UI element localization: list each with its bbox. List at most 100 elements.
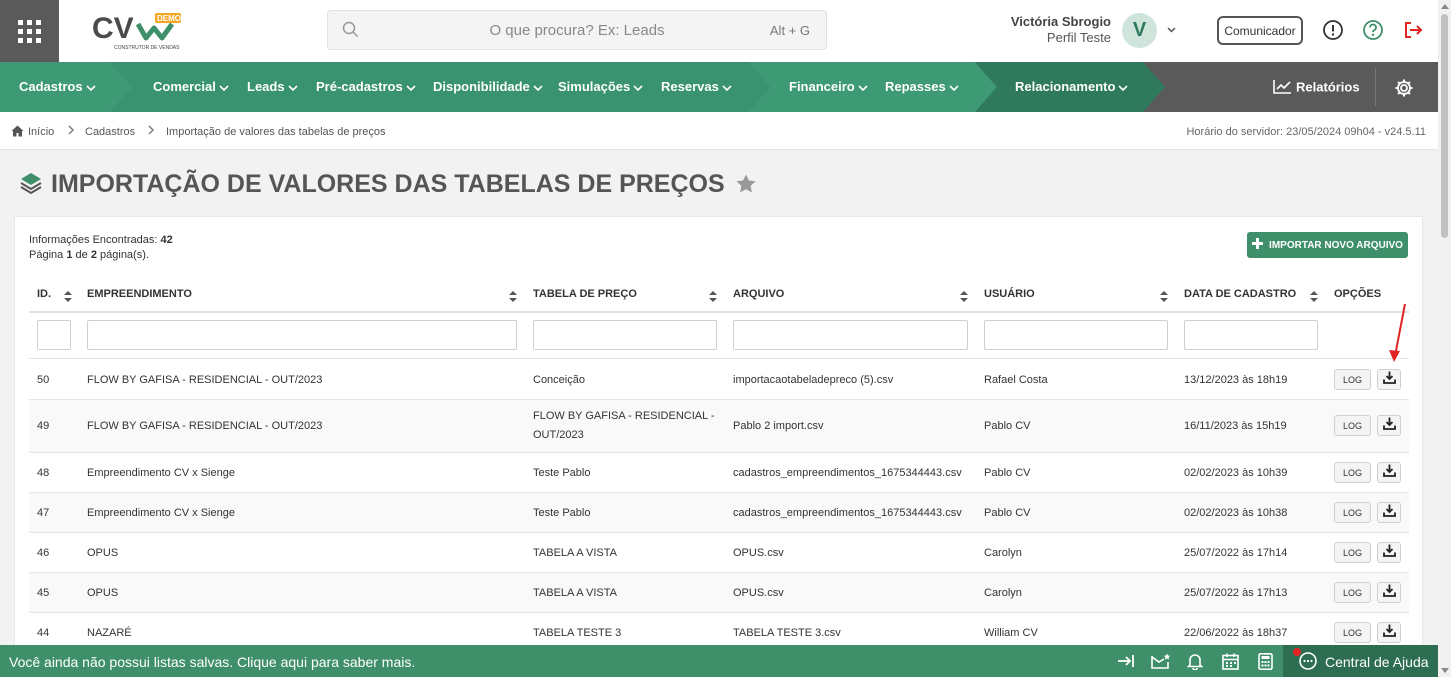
- user-info[interactable]: Victória Sbrogio Perfil Teste: [1011, 14, 1111, 45]
- log-button[interactable]: LOG: [1334, 542, 1371, 563]
- scroll-up-icon[interactable]: [1441, 4, 1449, 9]
- cell-empreendimento: NAZARÉ: [87, 627, 132, 639]
- cell-arquivo: importacaotabeladepreco (5).csv: [733, 374, 894, 386]
- table-row: 50 FLOW BY GAFISA - RESIDENCIAL - OUT/20…: [29, 358, 1409, 399]
- download-icon: [1382, 371, 1396, 389]
- download-button[interactable]: [1377, 415, 1401, 436]
- log-button[interactable]: LOG: [1334, 462, 1371, 483]
- sort-icon[interactable]: [709, 289, 717, 307]
- nav-financeiro[interactable]: Financeiro: [789, 79, 868, 95]
- chevron-down-icon: [406, 80, 416, 95]
- download-button[interactable]: [1377, 502, 1401, 523]
- search-bar[interactable]: O que procura? Ex: Leads Alt + G: [327, 10, 827, 50]
- cell-arquivo: OPUS.csv: [733, 587, 784, 599]
- avatar[interactable]: V: [1122, 13, 1157, 48]
- sort-icon[interactable]: [509, 289, 517, 307]
- filter-arquivo-input[interactable]: [733, 320, 968, 350]
- nav-repasses[interactable]: Repasses: [885, 79, 959, 95]
- cell-tabela: FLOW BY GAFISA - RESIDENCIAL - OUT/2023: [533, 410, 715, 441]
- download-button[interactable]: [1377, 622, 1401, 643]
- log-button[interactable]: LOG: [1334, 582, 1371, 603]
- cell-id: 50: [37, 374, 50, 386]
- nav-divider: [1375, 68, 1376, 106]
- download-button[interactable]: [1377, 369, 1401, 390]
- calculator-icon[interactable]: [1258, 653, 1273, 675]
- table-row: 46 OPUS TABELA A VISTA OPUS.csv Carolyn …: [29, 532, 1409, 572]
- cell-usuario: Pablo CV: [984, 420, 1031, 432]
- user-name: Victória Sbrogio: [1010, 14, 1111, 29]
- filter-data-input[interactable]: [1184, 320, 1318, 350]
- col-tabela-header[interactable]: TABELA DE PREÇO: [533, 288, 637, 300]
- collapse-arrow-icon[interactable]: [1117, 653, 1135, 674]
- home-icon[interactable]: [11, 125, 24, 140]
- filter-empreendimento-input[interactable]: [87, 320, 517, 350]
- info-icon[interactable]: [1322, 19, 1344, 46]
- nav-leads[interactable]: Leads: [247, 79, 298, 95]
- cell-data: 02/02/2023 às 10h38: [1184, 507, 1288, 519]
- breadcrumb-inicio[interactable]: Início: [28, 126, 54, 138]
- cell-arquivo: TABELA TESTE 3.csv: [733, 627, 841, 639]
- nav-simulacoes[interactable]: Simulações: [558, 79, 643, 95]
- favorite-star-icon[interactable]: [736, 171, 756, 200]
- nav-cadastros[interactable]: Cadastros: [19, 79, 96, 95]
- cell-data: 13/12/2023 às 18h19: [1184, 374, 1288, 386]
- help-icon[interactable]: [1362, 19, 1384, 46]
- logo[interactable]: CV DEMO CONSTRUTOR DE VENDAS: [92, 10, 187, 52]
- col-data-header[interactable]: DATA DE CADASTRO: [1184, 288, 1296, 300]
- col-arquivo-header[interactable]: ARQUIVO: [733, 288, 784, 300]
- log-button[interactable]: LOG: [1334, 415, 1371, 436]
- help-center-button[interactable]: Central de Ajuda: [1283, 645, 1438, 677]
- cell-tabela: TABELA A VISTA: [533, 587, 617, 599]
- logout-icon[interactable]: [1402, 19, 1424, 46]
- breadcrumb-cadastros[interactable]: Cadastros: [85, 126, 135, 138]
- page-scrollbar[interactable]: [1438, 0, 1451, 677]
- download-icon: [1382, 584, 1396, 602]
- sort-icon[interactable]: [960, 289, 968, 307]
- filter-usuario-input[interactable]: [984, 320, 1168, 350]
- nav-reservas[interactable]: Reservas: [661, 79, 732, 95]
- cell-empreendimento: FLOW BY GAFISA - RESIDENCIAL - OUT/2023: [87, 374, 323, 386]
- nav-pre-cadastros[interactable]: Pré-cadastros: [316, 79, 416, 95]
- col-id-header[interactable]: ID.: [37, 288, 51, 300]
- scrollbar-thumb[interactable]: [1441, 14, 1448, 238]
- sort-icon[interactable]: [1310, 289, 1318, 307]
- log-button[interactable]: LOG: [1334, 369, 1371, 390]
- download-button[interactable]: [1377, 462, 1401, 483]
- scroll-down-icon[interactable]: [1441, 668, 1449, 673]
- plus-icon: [1252, 238, 1264, 252]
- nav-relatorios[interactable]: Relatórios: [1273, 79, 1360, 97]
- sort-icon[interactable]: [64, 289, 72, 307]
- filter-tabela-input[interactable]: [533, 320, 717, 350]
- chevron-down-icon: [633, 80, 643, 95]
- comunicador-button[interactable]: Comunicador: [1217, 16, 1303, 45]
- log-button[interactable]: LOG: [1334, 622, 1371, 643]
- settings-gear-icon[interactable]: [1394, 78, 1414, 103]
- filter-id-input[interactable]: [37, 320, 71, 350]
- breadcrumb-current: Importação de valores das tabelas de pre…: [166, 126, 386, 138]
- logo-image: CV DEMO CONSTRUTOR DE VENDAS: [92, 12, 181, 51]
- nav-relacionamento[interactable]: Relacionamento: [1015, 79, 1128, 95]
- table-row: 49 FLOW BY GAFISA - RESIDENCIAL - OUT/20…: [29, 399, 1409, 452]
- apps-menu-button[interactable]: [0, 0, 59, 62]
- cell-empreendimento: OPUS: [87, 547, 119, 559]
- import-new-file-button[interactable]: IMPORTAR NOVO ARQUIVO: [1247, 232, 1408, 258]
- cell-data: 16/11/2023 às 15h19: [1184, 420, 1287, 432]
- download-button[interactable]: [1377, 582, 1401, 603]
- download-button[interactable]: [1377, 542, 1401, 563]
- col-empreendimento-header[interactable]: EMPREENDIMENTO: [87, 288, 192, 300]
- col-usuario-header[interactable]: USUÁRIO: [984, 288, 1035, 300]
- help-center-label: Central de Ajuda: [1325, 654, 1429, 670]
- mail-star-icon[interactable]: [1151, 653, 1171, 674]
- calendar-icon[interactable]: [1222, 653, 1239, 675]
- sort-icon[interactable]: [1160, 289, 1168, 307]
- cell-usuario: Pablo CV: [984, 467, 1031, 479]
- cell-arquivo: cadastros_empreendimentos_1675344443.csv: [733, 507, 962, 519]
- cell-arquivo: Pablo 2 import.csv: [733, 420, 824, 432]
- bell-icon[interactable]: [1186, 653, 1204, 675]
- saved-lists-message[interactable]: Você ainda não possui listas salvas. Cli…: [9, 654, 415, 670]
- nav-comercial[interactable]: Comercial: [153, 79, 229, 95]
- nav-disponibilidade[interactable]: Disponibilidade: [433, 79, 543, 95]
- cell-empreendimento: FLOW BY GAFISA - RESIDENCIAL - OUT/2023: [87, 420, 323, 432]
- log-button[interactable]: LOG: [1334, 502, 1371, 523]
- chevron-down-icon[interactable]: [1166, 22, 1177, 40]
